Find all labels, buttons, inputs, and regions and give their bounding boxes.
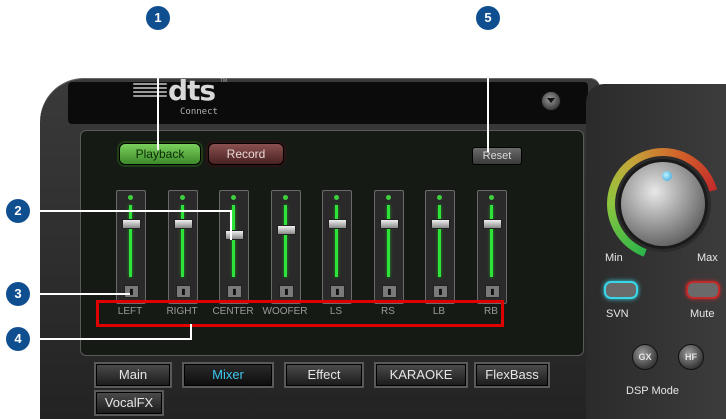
tab-vocalfx[interactable]: VocalFX xyxy=(96,392,162,414)
hf-button[interactable]: HF xyxy=(678,344,704,370)
callout-3: 3 xyxy=(6,282,30,306)
slider-rs[interactable]: ▮ xyxy=(374,190,404,304)
slider-track xyxy=(387,205,390,277)
logo-tm: TM xyxy=(220,78,228,84)
slider-knob[interactable] xyxy=(225,230,244,241)
gx-button[interactable]: GX xyxy=(632,344,658,370)
slider-knob[interactable] xyxy=(431,219,450,230)
channel-led xyxy=(180,195,185,200)
tab-flexbass[interactable]: FlexBass xyxy=(476,364,548,386)
mute-toggle[interactable] xyxy=(686,281,720,299)
slider-track xyxy=(490,205,493,277)
slider-left[interactable]: ▮ xyxy=(116,190,146,304)
svn-toggle[interactable] xyxy=(604,281,638,299)
slider-knob[interactable] xyxy=(328,219,347,230)
volume-max-label: Max xyxy=(697,252,718,264)
reset-button[interactable]: Reset xyxy=(472,147,522,165)
dsp-mode-label: DSP Mode xyxy=(626,385,679,397)
speaker-mute-icon[interactable]: ▮ xyxy=(176,285,191,298)
channel-labels-highlight xyxy=(96,300,504,327)
speaker-mute-icon[interactable]: ▮ xyxy=(279,285,294,298)
callout-5-line xyxy=(487,28,489,152)
callout-5: 5 xyxy=(476,6,500,30)
dts-logo: dts xyxy=(168,74,216,107)
channel-led xyxy=(334,195,339,200)
slider-right[interactable]: ▮ xyxy=(168,190,198,304)
speaker-mute-icon[interactable]: ▮ xyxy=(330,285,345,298)
channel-led xyxy=(283,195,288,200)
slider-lb[interactable]: ▮ xyxy=(425,190,455,304)
slider-rb[interactable]: ▮ xyxy=(477,190,507,304)
slider-track xyxy=(284,205,287,277)
callout-3-line xyxy=(22,293,130,295)
slider-woofer[interactable]: ▮ xyxy=(271,190,301,304)
slider-track xyxy=(335,205,338,277)
speaker-mute-icon[interactable]: ▮ xyxy=(382,285,397,298)
channel-led xyxy=(386,195,391,200)
callout-2: 2 xyxy=(6,199,30,223)
slider-knob[interactable] xyxy=(483,219,502,230)
callout-4-line-up xyxy=(190,324,192,340)
callout-4-line xyxy=(22,338,192,340)
callout-1: 1 xyxy=(146,6,170,30)
slider-knob[interactable] xyxy=(174,219,193,230)
slider-ls[interactable]: ▮ xyxy=(322,190,352,304)
playback-button[interactable]: Playback xyxy=(119,143,201,165)
volume-indicator xyxy=(662,171,672,181)
slider-track xyxy=(438,205,441,277)
speaker-mute-icon[interactable]: ▮ xyxy=(227,285,242,298)
volume-min-label: Min xyxy=(605,252,623,264)
callout-2-line xyxy=(22,210,232,212)
channel-led xyxy=(437,195,442,200)
callout-1-line xyxy=(157,28,159,150)
slider-track xyxy=(129,205,132,277)
tab-mixer[interactable]: Mixer xyxy=(184,364,272,386)
tab-effect[interactable]: Effect xyxy=(286,364,362,386)
callout-4: 4 xyxy=(6,327,30,351)
tab-karaoke[interactable]: KARAOKE xyxy=(376,364,466,386)
svn-label: SVN xyxy=(606,308,629,320)
speaker-mute-icon[interactable]: ▮ xyxy=(124,285,139,298)
channel-led xyxy=(128,195,133,200)
slider-track xyxy=(181,205,184,277)
slider-center[interactable]: ▮ xyxy=(219,190,249,304)
slider-knob[interactable] xyxy=(277,225,296,236)
channel-led xyxy=(231,195,236,200)
slider-knob[interactable] xyxy=(122,219,141,230)
record-button[interactable]: Record xyxy=(208,143,284,165)
channel-led xyxy=(489,195,494,200)
speaker-mute-icon[interactable]: ▮ xyxy=(433,285,448,298)
menu-dropdown-button[interactable] xyxy=(541,91,561,111)
logo-subtitle: Connect xyxy=(180,107,218,117)
slider-knob[interactable] xyxy=(380,219,399,230)
tab-main[interactable]: Main xyxy=(96,364,170,386)
callout-2-line-down xyxy=(230,210,232,240)
mute-label: Mute xyxy=(690,308,715,320)
slider-track xyxy=(232,205,235,277)
speaker-mute-icon[interactable]: ▮ xyxy=(485,285,500,298)
